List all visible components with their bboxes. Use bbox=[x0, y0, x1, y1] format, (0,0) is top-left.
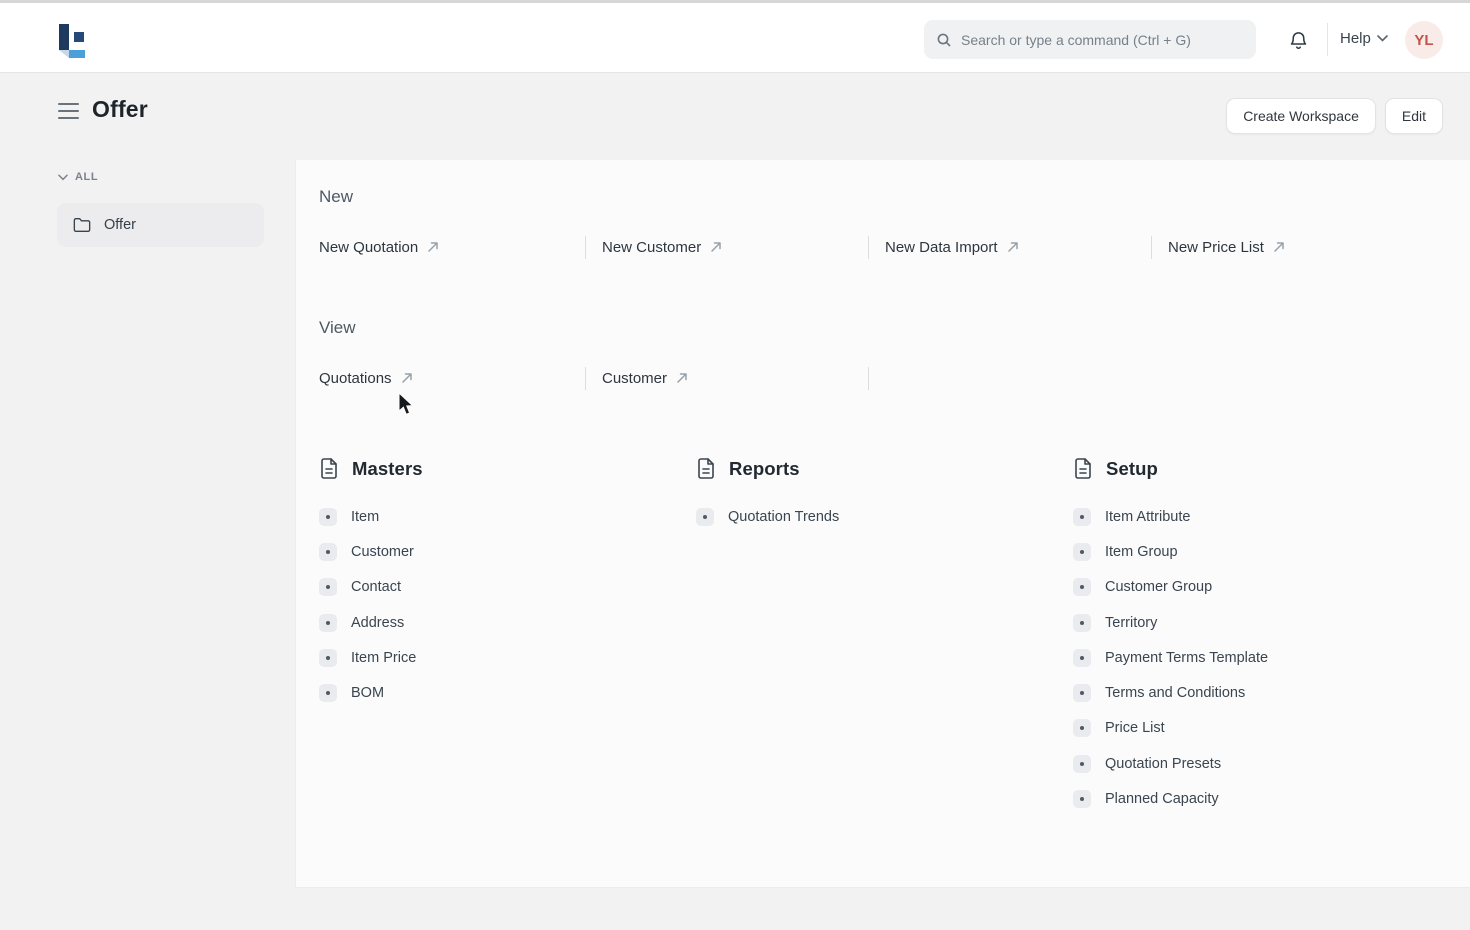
card-masters: Masters Item Customer Contact Address It… bbox=[319, 458, 679, 711]
user-avatar[interactable]: YL bbox=[1405, 21, 1443, 59]
help-menu[interactable]: Help bbox=[1340, 30, 1388, 47]
dot-icon bbox=[319, 578, 337, 597]
card-title: Reports bbox=[729, 458, 800, 479]
link-payment-terms-template[interactable]: Payment Terms Template bbox=[1073, 640, 1433, 675]
file-icon bbox=[321, 458, 337, 479]
create-workspace-button[interactable]: Create Workspace bbox=[1226, 98, 1376, 134]
dot-icon bbox=[1073, 719, 1091, 738]
workspace-content: New New Quotation New Customer New Data … bbox=[295, 160, 1470, 888]
sidebar-toggle-button[interactable] bbox=[58, 103, 79, 119]
link-price-list[interactable]: Price List bbox=[1073, 711, 1433, 746]
dot-icon bbox=[1073, 684, 1091, 703]
search-placeholder: Search or type a command (Ctrl + G) bbox=[961, 31, 1191, 48]
sidebar-group-all[interactable]: ALL bbox=[58, 171, 98, 183]
chevron-down-icon bbox=[58, 174, 68, 180]
bell-icon bbox=[1290, 32, 1306, 50]
link-item-group[interactable]: Item Group bbox=[1073, 534, 1433, 569]
dot-icon bbox=[696, 507, 714, 526]
file-icon bbox=[1075, 458, 1091, 479]
logo-icon bbox=[59, 24, 85, 58]
link-customer-group[interactable]: Customer Group bbox=[1073, 570, 1433, 605]
edit-button[interactable]: Edit bbox=[1384, 98, 1443, 134]
link-quotation-trends[interactable]: Quotation Trends bbox=[696, 499, 1056, 534]
link-territory[interactable]: Territory bbox=[1073, 605, 1433, 640]
shortcut-new-quotation[interactable]: New Quotation bbox=[319, 235, 439, 259]
app-logo[interactable] bbox=[59, 24, 85, 58]
dot-icon bbox=[319, 648, 337, 667]
notifications-button[interactable] bbox=[1286, 29, 1310, 53]
search-icon bbox=[937, 33, 951, 47]
dot-icon bbox=[319, 613, 337, 632]
file-icon bbox=[698, 458, 714, 479]
link-terms-and-conditions[interactable]: Terms and Conditions bbox=[1073, 675, 1433, 710]
section-title-new: New bbox=[319, 187, 354, 206]
dot-icon bbox=[319, 542, 337, 561]
folder-icon bbox=[73, 218, 91, 232]
link-quotation-presets[interactable]: Quotation Presets bbox=[1073, 746, 1433, 781]
page-title: Offer bbox=[92, 96, 148, 122]
dot-icon bbox=[1073, 507, 1091, 526]
card-reports: Reports Quotation Trends bbox=[696, 458, 1056, 534]
shortcut-customer[interactable]: Customer bbox=[602, 366, 688, 390]
dot-icon bbox=[1073, 790, 1091, 809]
section-title-view: View bbox=[319, 318, 356, 337]
shortcut-new-price-list[interactable]: New Price List bbox=[1168, 235, 1285, 259]
external-link-arrow-icon bbox=[711, 242, 721, 252]
sidebar-item-offer[interactable]: Offer bbox=[57, 203, 264, 247]
navbar: Search or type a command (Ctrl + G) Help… bbox=[0, 3, 1470, 73]
dot-icon bbox=[1073, 754, 1091, 773]
card-title: Masters bbox=[352, 458, 423, 479]
page-actions: Create Workspace Edit bbox=[1226, 98, 1443, 134]
card-title: Setup bbox=[1106, 458, 1158, 479]
external-link-arrow-icon bbox=[1007, 242, 1018, 252]
link-item-attribute[interactable]: Item Attribute bbox=[1073, 499, 1433, 534]
dot-icon bbox=[1073, 578, 1091, 597]
dot-icon bbox=[319, 684, 337, 703]
navbar-divider bbox=[1327, 23, 1328, 56]
link-bom[interactable]: BOM bbox=[319, 675, 679, 710]
search-input[interactable]: Search or type a command (Ctrl + G) bbox=[924, 20, 1256, 59]
external-link-arrow-icon bbox=[401, 373, 412, 383]
title-bar: Offer Create Workspace Edit bbox=[0, 74, 1470, 154]
link-contact[interactable]: Contact bbox=[319, 570, 679, 605]
external-link-arrow-icon bbox=[1274, 242, 1284, 252]
avatar-initials: YL bbox=[1414, 31, 1434, 49]
dot-icon bbox=[319, 507, 337, 526]
shortcut-new-customer[interactable]: New Customer bbox=[602, 235, 722, 259]
external-link-arrow-icon bbox=[677, 373, 687, 383]
help-label: Help bbox=[1340, 30, 1371, 47]
link-address[interactable]: Address bbox=[319, 605, 679, 640]
dot-icon bbox=[1073, 542, 1091, 561]
link-customer[interactable]: Customer bbox=[319, 534, 679, 569]
workspace-screen: Search or type a command (Ctrl + G) Help… bbox=[0, 0, 1470, 930]
dot-icon bbox=[1073, 648, 1091, 667]
chevron-down-icon bbox=[1377, 35, 1388, 42]
link-item-price[interactable]: Item Price bbox=[319, 640, 679, 675]
shortcut-new-data-import[interactable]: New Data Import bbox=[885, 235, 1019, 259]
sidebar-group-label: ALL bbox=[75, 171, 99, 183]
link-item[interactable]: Item bbox=[319, 499, 679, 534]
card-setup: Setup Item Attribute Item Group Customer… bbox=[1073, 458, 1433, 817]
dot-icon bbox=[1073, 613, 1091, 632]
link-planned-capacity[interactable]: Planned Capacity bbox=[1073, 781, 1433, 816]
sidebar-item-label: Offer bbox=[104, 217, 136, 233]
external-link-arrow-icon bbox=[428, 242, 438, 252]
hamburger-icon bbox=[58, 103, 79, 105]
shortcut-quotations[interactable]: Quotations bbox=[319, 366, 413, 390]
